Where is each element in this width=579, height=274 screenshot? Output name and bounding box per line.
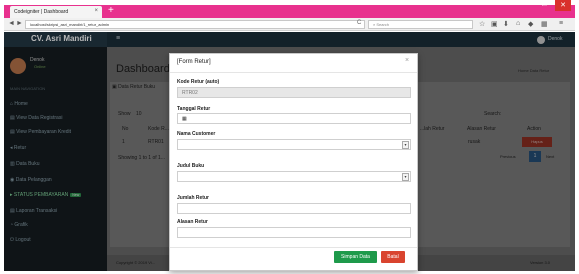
chevron-down-icon[interactable]: ▾ <box>402 173 409 181</box>
alasan-retur-input[interactable] <box>177 227 411 238</box>
modal-title: [Form Retur] <box>177 59 211 65</box>
tanggal-retur-input[interactable]: ▦ <box>177 113 411 124</box>
kode-retur-label: Kode Retur (auto) <box>177 79 220 85</box>
simpan-data-button[interactable]: Simpan Data <box>334 251 377 263</box>
browser-nav-bar: ◄ ► localhost/skripsi_asri_mandiri/1_ret… <box>4 18 575 31</box>
download-icon[interactable]: ⬇ <box>503 20 509 28</box>
home-icon[interactable]: ⌂ <box>516 20 520 27</box>
browser-search-input[interactable]: ⌕ Search <box>368 20 473 29</box>
forward-icon[interactable]: ► <box>16 20 23 27</box>
tanggal-retur-label: Tanggal Retur <box>177 106 211 112</box>
form-retur-modal <box>169 53 418 271</box>
new-tab-icon[interactable]: + <box>108 5 114 17</box>
menu-icon[interactable]: ≡ <box>559 20 563 27</box>
extension-icon[interactable]: ◆ <box>528 20 533 28</box>
tab-title: Codeigniter | Dashboard <box>14 9 69 15</box>
alasan-retur-label: Alasan Retur <box>177 219 208 225</box>
window-maximize-icon[interactable]: □ <box>542 1 546 8</box>
window-minimize-icon[interactable]: – <box>527 1 531 8</box>
search-placeholder: Search <box>376 22 390 27</box>
url-input[interactable]: localhost/skripsi_asri_mandiri/1_retur_a… <box>25 20 365 29</box>
window-close-icon[interactable]: ✕ <box>555 0 571 11</box>
calendar-icon[interactable]: ▦ <box>182 116 187 122</box>
modal-footer-divider <box>170 247 417 248</box>
batal-button[interactable]: Batal <box>381 251 405 263</box>
chevron-down-icon[interactable]: ▾ <box>402 141 409 149</box>
nama-customer-label: Nama Customer <box>177 131 216 137</box>
shield-icon[interactable]: ▦ <box>541 20 548 28</box>
judul-buku-label: Judul Buku <box>177 163 205 169</box>
back-icon[interactable]: ◄ <box>8 20 15 27</box>
jumlah-retur-input[interactable] <box>177 203 411 214</box>
tab-close-icon[interactable]: × <box>94 8 98 14</box>
browser-tab-bar: Codeigniter | Dashboard × + <box>4 5 575 18</box>
star-icon[interactable]: ☆ <box>479 20 485 28</box>
browser-tab[interactable]: Codeigniter | Dashboard × <box>10 6 102 18</box>
reload-icon[interactable]: C <box>357 20 361 26</box>
modal-close-icon[interactable]: × <box>405 57 409 64</box>
judul-buku-select[interactable]: ▾ <box>177 171 411 182</box>
nama-customer-select[interactable]: ▾ <box>177 139 411 150</box>
modal-header-divider <box>170 72 417 73</box>
clipboard-icon[interactable]: ▣ <box>491 20 498 28</box>
kode-retur-input[interactable]: RTR02 <box>177 87 411 98</box>
jumlah-retur-label: Jumlah Retur <box>177 195 209 201</box>
